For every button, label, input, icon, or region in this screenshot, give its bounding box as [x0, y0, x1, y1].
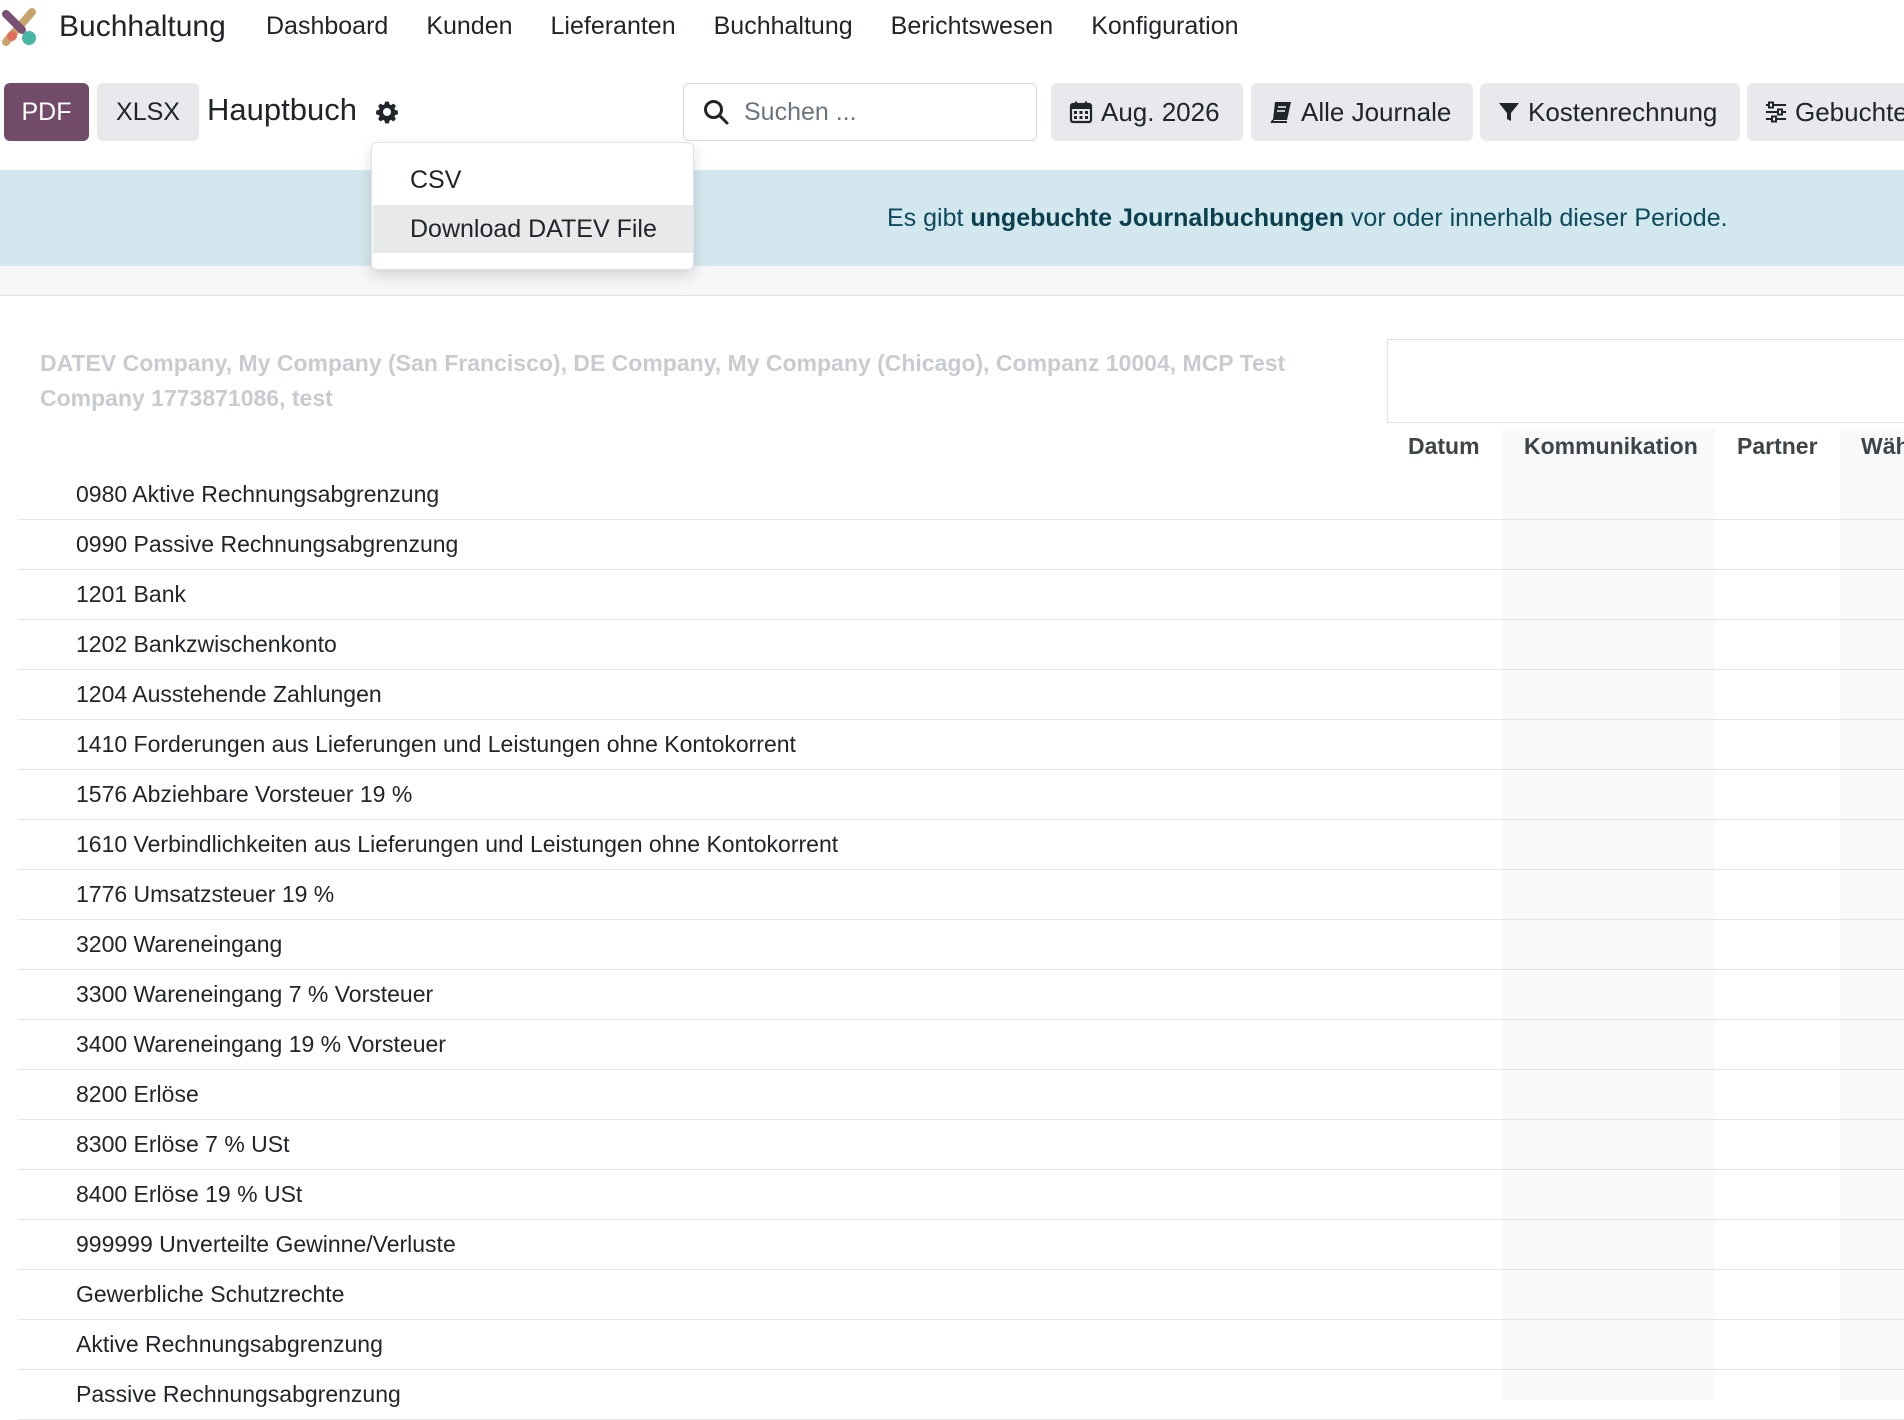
- export-csv-item[interactable]: CSV: [373, 156, 693, 204]
- account-row[interactable]: 8300 Erlöse 7 % USt: [18, 1120, 1904, 1170]
- gear-icon[interactable]: [375, 100, 399, 124]
- account-row[interactable]: 999999 Unverteilte Gewinne/Verluste: [18, 1220, 1904, 1270]
- analytic-filter-label: Kostenrechnung: [1528, 96, 1718, 127]
- menu-kunden[interactable]: Kunden: [426, 12, 512, 41]
- banner-message: Es gibt ungebuchte Journalbuchungen vor …: [887, 204, 1728, 233]
- book-icon: [1270, 102, 1291, 123]
- date-filter-button[interactable]: Aug. 2026: [1051, 83, 1243, 141]
- account-row[interactable]: Gewerbliche Schutzrechte: [18, 1270, 1904, 1320]
- sliders-icon: [1766, 101, 1786, 123]
- banner-suffix: vor oder innerhalb dieser Periode.: [1343, 204, 1728, 232]
- date-filter-label: Aug. 2026: [1101, 96, 1220, 127]
- account-row[interactable]: 8200 Erlöse: [18, 1070, 1904, 1120]
- column-group-header: [1387, 339, 1904, 423]
- unposted-entries-link[interactable]: ungebuchte Journalbuchungen: [970, 204, 1344, 232]
- account-row[interactable]: 3200 Wareneingang: [18, 920, 1904, 970]
- app-title[interactable]: Buchhaltung: [59, 10, 226, 44]
- main-menu: Dashboard Kunden Lieferanten Buchhaltung…: [266, 12, 1277, 41]
- account-row[interactable]: 3300 Wareneingang 7 % Vorsteuer: [18, 970, 1904, 1020]
- banner-prefix: Es gibt: [887, 204, 971, 232]
- account-row[interactable]: Aktive Rechnungsabgrenzung: [18, 1320, 1904, 1370]
- pdf-button[interactable]: PDF: [4, 83, 89, 141]
- report-title: Hauptbuch: [207, 92, 357, 127]
- account-row[interactable]: 8400 Erlöse 19 % USt: [18, 1170, 1904, 1220]
- app-logo-icon[interactable]: [2, 8, 40, 46]
- menu-dashboard[interactable]: Dashboard: [266, 12, 388, 41]
- journals-filter-label: Alle Journale: [1301, 96, 1452, 127]
- top-navbar: Buchhaltung Dashboard Kunden Lieferanten…: [0, 0, 1904, 54]
- column-header-currency[interactable]: Wäh: [1861, 433, 1904, 460]
- column-header-date[interactable]: Datum: [1408, 433, 1480, 460]
- posted-filter-button[interactable]: Gebuchte: [1747, 83, 1904, 141]
- company-list: DATEV Company, My Company (San Francisco…: [40, 350, 1286, 411]
- account-row[interactable]: 0980 Aktive Rechnungsabgrenzung: [18, 470, 1904, 520]
- search-input[interactable]: [744, 97, 1024, 127]
- account-row[interactable]: Passive Rechnungsabgrenzung: [18, 1370, 1904, 1420]
- column-header-communication[interactable]: Kommunikation: [1524, 433, 1698, 460]
- account-row[interactable]: 1201 Bank: [18, 570, 1904, 620]
- filter-icon: [1499, 103, 1519, 121]
- journals-filter-button[interactable]: Alle Journale: [1251, 83, 1473, 141]
- analytic-filter-button[interactable]: Kostenrechnung: [1480, 83, 1740, 141]
- menu-buchhaltung[interactable]: Buchhaltung: [714, 12, 853, 41]
- download-datev-item[interactable]: Download DATEV File: [373, 205, 693, 253]
- account-row[interactable]: 1202 Bankzwischenkonto: [18, 620, 1904, 670]
- menu-konfiguration[interactable]: Konfiguration: [1091, 12, 1238, 41]
- column-header-partner[interactable]: Partner: [1737, 433, 1818, 460]
- account-row[interactable]: 1204 Ausstehende Zahlungen: [18, 670, 1904, 720]
- export-dropdown: CSV Download DATEV File: [371, 142, 694, 270]
- calendar-icon: [1069, 101, 1093, 124]
- banner-spacer: [0, 266, 1904, 296]
- posted-filter-label: Gebuchte: [1795, 96, 1904, 127]
- xlsx-button[interactable]: XLSX: [97, 83, 199, 141]
- menu-berichtswesen[interactable]: Berichtswesen: [891, 12, 1054, 41]
- search-icon: [704, 100, 729, 125]
- account-row[interactable]: 3400 Wareneingang 19 % Vorsteuer: [18, 1020, 1904, 1070]
- unposted-entries-banner: Es gibt ungebuchte Journalbuchungen vor …: [0, 170, 1904, 266]
- account-row[interactable]: 1610 Verbindlichkeiten aus Lieferungen u…: [18, 820, 1904, 870]
- search-box[interactable]: [683, 83, 1037, 141]
- account-list: 0980 Aktive Rechnungsabgrenzung 0990 Pas…: [18, 470, 1904, 1420]
- account-row[interactable]: 1776 Umsatzsteuer 19 %: [18, 870, 1904, 920]
- account-row[interactable]: 0990 Passive Rechnungsabgrenzung: [18, 520, 1904, 570]
- account-row[interactable]: 1410 Forderungen aus Lieferungen und Lei…: [18, 720, 1904, 770]
- account-row[interactable]: 1576 Abziehbare Vorsteuer 19 %: [18, 770, 1904, 820]
- menu-lieferanten[interactable]: Lieferanten: [551, 12, 676, 41]
